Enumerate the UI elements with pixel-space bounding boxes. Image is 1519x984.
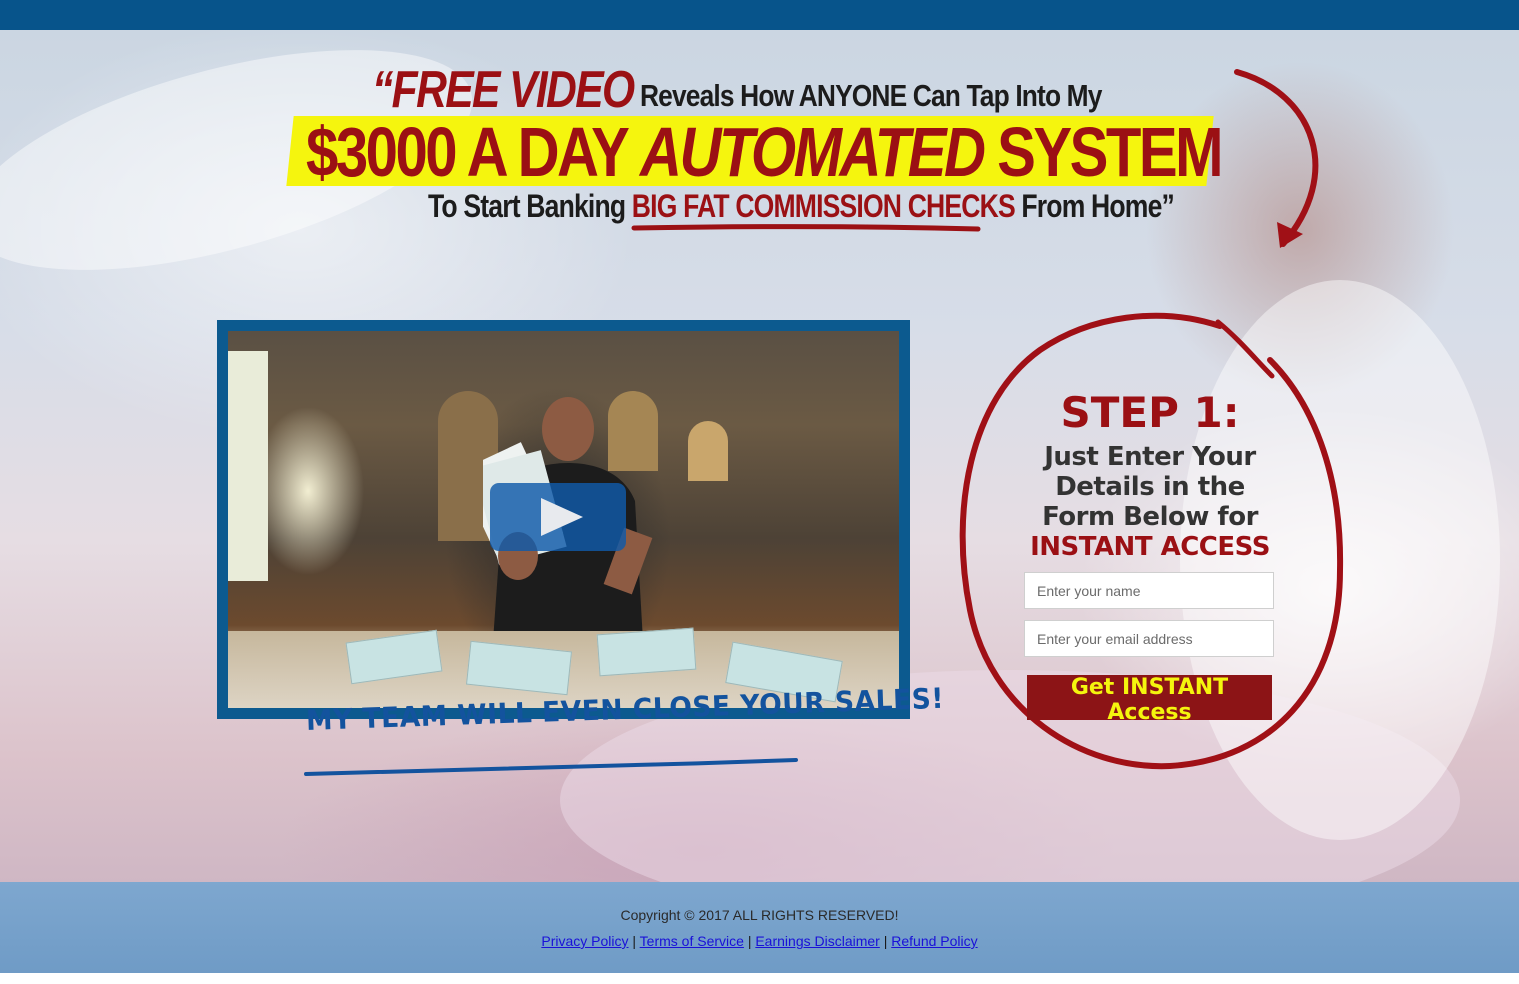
headline-free-video-text: “FREE VIDEO (372, 61, 635, 119)
copyright-text: Copyright © 2017 ALL RIGHTS RESERVED! (620, 907, 899, 923)
headline-underline-swoosh (631, 224, 981, 232)
footer-separator: | (883, 933, 888, 949)
headline-line2-c: SYSTEM (983, 113, 1223, 191)
privacy-policy-link[interactable]: Privacy Policy (541, 933, 628, 949)
footer-separator: | (747, 933, 752, 949)
headline-line2: $3000 A DAY AUTOMATED SYSTEM (306, 112, 1224, 192)
email-input[interactable] (1024, 620, 1274, 657)
earnings-disclaimer-link[interactable]: Earnings Disclaimer (755, 933, 879, 949)
footer: Copyright © 2017 ALL RIGHTS RESERVED! Pr… (0, 882, 1519, 973)
curved-arrow-icon (1234, 69, 1319, 248)
step-description-highlight: INSTANT ACCESS (1030, 532, 1270, 562)
step-title: STEP 1: (1060, 388, 1240, 437)
refund-policy-link[interactable]: Refund Policy (891, 933, 977, 949)
name-input[interactable] (1024, 572, 1274, 609)
get-instant-access-button[interactable]: Get INSTANT Access (1027, 675, 1272, 725)
footer-links: Privacy Policy | Terms of Service | Earn… (0, 933, 1519, 949)
headline-line1: Reveals How ANYONE Can Tap Into My (640, 78, 1102, 113)
step-description: Just Enter Your Details in the Form Belo… (1020, 442, 1280, 562)
video-thumbnail (228, 331, 899, 708)
footer-separator: | (632, 933, 637, 949)
terms-of-service-link[interactable]: Terms of Service (640, 933, 744, 949)
headline-line3-b: BIG FAT COMMISSION CHECKS (631, 188, 1016, 224)
video-player[interactable] (217, 320, 910, 719)
video-window-shape (228, 351, 268, 581)
video-shelf-shape (688, 421, 728, 481)
video-check-shape (596, 627, 697, 677)
headline-line3-c: From Home” (1014, 188, 1174, 224)
team-tagline-underline (304, 758, 798, 776)
step-description-text: Just Enter Your Details in the Form Belo… (1042, 442, 1258, 532)
play-button[interactable] (490, 483, 626, 551)
headline-line2-b: AUTOMATED (640, 113, 986, 191)
play-icon (541, 498, 583, 536)
headline-line3-a: To Start Banking (428, 188, 632, 224)
headline-line2-a: $3000 A DAY (306, 113, 641, 191)
